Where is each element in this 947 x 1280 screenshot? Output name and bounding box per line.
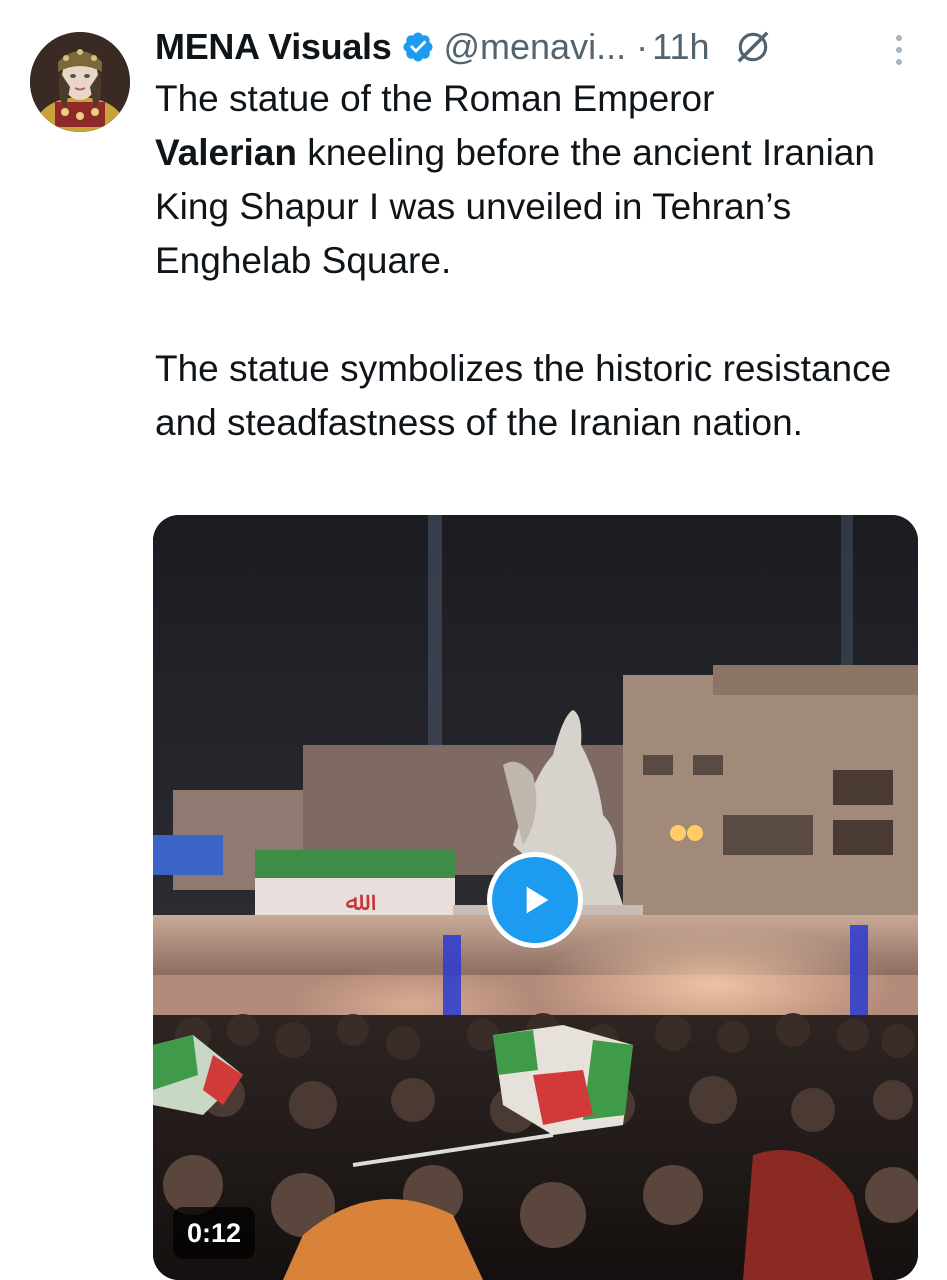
avatar-portrait-icon: [30, 32, 130, 132]
video-duration-badge: 0:12: [173, 1207, 256, 1259]
play-button[interactable]: [487, 852, 583, 948]
tweet-text-part: The statue of the Roman Emperor: [155, 78, 715, 119]
separator-dot: ·: [636, 26, 649, 67]
tweet-header: MENA Visuals @menavi... · 11h: [155, 22, 772, 72]
video-player[interactable]: ﷲ 0:12: [153, 515, 918, 1280]
avatar[interactable]: [30, 32, 130, 132]
tweet-paragraph-1: The statue of the Roman Emperor Valerian …: [155, 72, 895, 288]
display-name[interactable]: MENA Visuals: [155, 26, 392, 68]
more-options-icon[interactable]: [888, 30, 910, 70]
tweet-text: The statue of the Roman Emperor Valerian …: [155, 72, 895, 450]
grok-icon[interactable]: [734, 28, 772, 66]
play-icon: [526, 886, 549, 914]
verified-badge-icon[interactable]: [401, 30, 435, 64]
tweet-card[interactable]: MENA Visuals @menavi... · 11h The statue…: [0, 0, 947, 1280]
tweet-text-bold: Valerian: [155, 132, 297, 173]
user-handle[interactable]: @menavi...: [443, 26, 626, 68]
tweet-paragraph-2: The statue symbolizes the historic resis…: [155, 348, 892, 443]
timestamp[interactable]: 11h: [652, 26, 709, 68]
